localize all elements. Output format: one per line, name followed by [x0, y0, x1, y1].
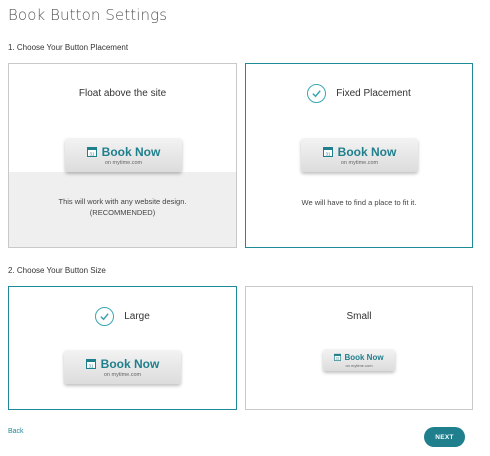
book-now-sublabel: on mytime.com: [340, 159, 379, 166]
check-icon: [307, 83, 327, 103]
placement-option-fixed[interactable]: Fixed Placement 31 Book Now on mytime.co…: [245, 63, 473, 248]
description-line: (RECOMMENDED): [89, 208, 156, 217]
book-now-preview-large: 31 Book Now on mytime.com: [64, 350, 181, 384]
book-now-sublabel: on mytime.com: [345, 362, 373, 368]
option-header: Large: [9, 305, 236, 327]
description-line: We will have to find a place to fit it.: [301, 198, 417, 207]
option-description: This will work with any website design. …: [9, 196, 236, 218]
book-now-label: Book Now: [337, 144, 397, 159]
calendar-icon: 31: [334, 353, 342, 361]
option-header: Fixed Placement: [246, 82, 472, 104]
calendar-icon: 31: [322, 147, 333, 157]
option-label: Large: [124, 310, 150, 322]
placement-option-float[interactable]: Float above the site 31 Book Now on myti…: [8, 63, 237, 248]
calendar-icon: 31: [86, 147, 97, 157]
book-now-sublabel: on mytime.com: [104, 159, 143, 166]
option-description: We will have to find a place to fit it.: [246, 197, 472, 208]
size-option-small[interactable]: Small 31 Book Now on mytime.com: [245, 286, 473, 410]
calendar-day: 31: [325, 151, 331, 156]
placement-section-title: 1. Choose Your Button Placement: [8, 43, 129, 52]
size-option-large[interactable]: Large 31 Book Now on mytime.com: [8, 286, 237, 410]
next-button[interactable]: NEXT: [424, 427, 465, 447]
book-now-preview: 31 Book Now on mytime.com: [65, 138, 182, 172]
option-label: Fixed Placement: [336, 87, 411, 99]
page-title: Book Button Settings: [8, 6, 168, 24]
option-header: Float above the site: [9, 82, 236, 104]
book-now-label: Book Now: [101, 144, 161, 159]
check-icon: [95, 306, 115, 326]
calendar-day: 31: [89, 151, 95, 156]
book-now-preview: 31 Book Now on mytime.com: [301, 138, 418, 172]
calendar-icon: 31: [85, 359, 96, 369]
option-label: Float above the site: [78, 87, 167, 99]
book-now-label: Book Now: [344, 352, 384, 362]
option-header: Small: [246, 305, 472, 327]
calendar-day: 31: [88, 363, 94, 368]
book-now-preview-small: 31 Book Now on mytime.com: [323, 349, 395, 371]
size-section-title: 2. Choose Your Button Size: [8, 266, 106, 275]
description-line: This will work with any website design.: [58, 197, 187, 206]
calendar-day: 31: [336, 357, 340, 361]
option-label: Small: [346, 310, 372, 322]
back-link[interactable]: Back: [8, 428, 24, 435]
book-now-sublabel: on mytime.com: [103, 371, 142, 378]
book-now-label: Book Now: [100, 356, 160, 371]
